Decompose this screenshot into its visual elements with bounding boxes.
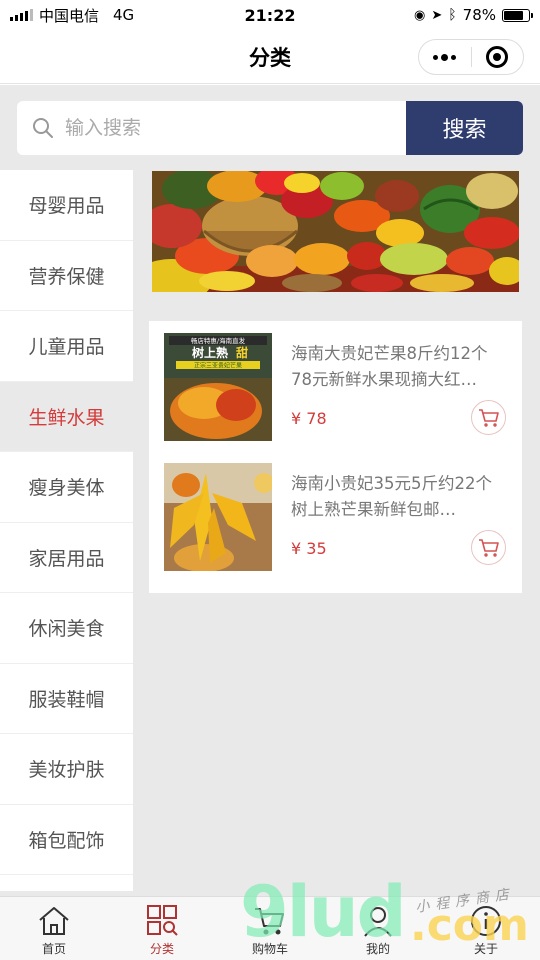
image-badge-main: 树上熟 — [192, 345, 228, 360]
page-title: 分类 — [249, 45, 291, 70]
sidebar-item-label: 瘦身美体 — [28, 477, 105, 500]
search-button[interactable]: 搜索 — [406, 100, 523, 155]
lock-rotation-icon: ◉ — [414, 7, 426, 23]
sidebar-item-label: 母婴用品 — [28, 195, 105, 218]
nav-bar: 分类 — [0, 30, 540, 84]
sidebar-item-label: 服装鞋帽 — [28, 688, 105, 711]
list-item[interactable]: 海南小贵妃35元5斤约22个树上熟芒果新鲜包邮… ¥ 35 — [149, 463, 522, 581]
fruit-banner-image — [152, 171, 519, 292]
sidebar-item-label: 家居用品 — [28, 547, 105, 570]
tab-label: 我的 — [365, 942, 390, 956]
sidebar-item-snacks[interactable]: 休闲美食 — [0, 593, 133, 664]
tab-about[interactable]: 关于 — [432, 897, 540, 960]
sidebar-item-partial[interactable] — [0, 875, 133, 891]
image-badge-sub: 正宗三亚贵妃芒果 — [194, 362, 242, 370]
tab-home[interactable]: 首页 — [0, 897, 108, 960]
cart-icon — [478, 408, 499, 427]
search-input-wrap — [17, 101, 406, 155]
image-badge-accent: 甜 — [236, 345, 248, 360]
tab-label: 关于 — [473, 942, 498, 956]
sidebar-item-fresh-fruit[interactable]: 生鲜水果 — [0, 381, 133, 452]
search-area: 搜索 — [0, 85, 540, 170]
network-type: 4G — [113, 6, 135, 24]
more-button[interactable] — [419, 53, 471, 61]
product-title: 海南大贵妃芒果8斤约12个78元新鲜水果现摘大红… — [291, 344, 488, 389]
add-to-cart-button[interactable] — [471, 400, 506, 435]
product-image — [164, 463, 272, 571]
cart-icon — [255, 908, 284, 935]
status-bar: 中国电信 4G 21:22 ◉ ➤ ᛒ 78% — [0, 0, 540, 30]
sidebar-item-label: 箱包配饰 — [28, 829, 105, 852]
battery-percent: 78% — [462, 6, 496, 24]
category-content: 畅店特惠/海南直发 树上熟 甜 正宗三亚贵妃芒果 海南大贵妃芒果8斤约12个78… — [133, 170, 540, 896]
status-left: 中国电信 4G — [10, 5, 134, 26]
tab-mine[interactable]: 我的 — [324, 897, 432, 960]
product-title: 海南小贵妃35元5斤约22个树上熟芒果新鲜包邮… — [291, 474, 492, 519]
category-icon — [147, 905, 178, 936]
mini-program-capsule — [418, 39, 524, 75]
info-icon — [471, 906, 501, 936]
sidebar-item-apparel[interactable]: 服装鞋帽 — [0, 663, 133, 734]
tab-cart[interactable]: 购物车 — [216, 897, 324, 960]
carrier-name: 中国电信 — [39, 6, 100, 25]
list-item[interactable]: 畅店特惠/海南直发 树上熟 甜 正宗三亚贵妃芒果 海南大贵妃芒果8斤约12个78… — [149, 333, 522, 451]
target-icon — [486, 46, 509, 68]
close-button[interactable] — [472, 46, 524, 68]
tab-label: 首页 — [41, 942, 66, 956]
sidebar-item-label: 休闲美食 — [28, 618, 105, 641]
sidebar-item-children[interactable]: 儿童用品 — [0, 311, 133, 382]
sidebar-item-maternal[interactable]: 母婴用品 — [0, 170, 133, 241]
tab-category[interactable]: 分类 — [108, 897, 216, 960]
search-input[interactable] — [65, 116, 365, 139]
status-right: ◉ ➤ ᛒ 78% — [414, 6, 533, 24]
add-to-cart-button[interactable] — [471, 530, 506, 565]
category-banner[interactable] — [152, 171, 519, 292]
image-badge-top: 畅店特惠/海南直发 — [191, 336, 246, 345]
location-icon: ➤ — [431, 7, 443, 23]
mango-image — [164, 463, 272, 571]
signal-icon — [10, 9, 33, 21]
user-icon — [364, 907, 392, 937]
sidebar-item-slimming[interactable]: 瘦身美体 — [0, 452, 133, 523]
content-area: 母婴用品 营养保健 儿童用品 生鲜水果 瘦身美体 家居用品 休闲美食 服装鞋帽 … — [0, 170, 540, 896]
search-box: 搜索 — [17, 100, 523, 155]
sidebar-item-label: 生鲜水果 — [28, 406, 105, 429]
search-icon — [33, 117, 53, 138]
sidebar-item-nutrition[interactable]: 营养保健 — [0, 240, 133, 311]
tab-bar: 首页 分类 购物车 我的 关于 — [0, 896, 540, 960]
sidebar-item-bags[interactable]: 箱包配饰 — [0, 804, 133, 875]
product-list: 畅店特惠/海南直发 树上熟 甜 正宗三亚贵妃芒果 海南大贵妃芒果8斤约12个78… — [149, 321, 522, 593]
home-icon — [39, 907, 69, 935]
sidebar-item-beauty[interactable]: 美妆护肤 — [0, 734, 133, 805]
tab-label: 购物车 — [251, 942, 288, 956]
category-sidebar: 母婴用品 营养保健 儿童用品 生鲜水果 瘦身美体 家居用品 休闲美食 服装鞋帽 … — [0, 170, 133, 896]
mango-image: 畅店特惠/海南直发 树上熟 甜 正宗三亚贵妃芒果 — [164, 333, 272, 441]
sidebar-item-label: 儿童用品 — [28, 336, 105, 359]
sidebar-item-label: 营养保健 — [28, 265, 105, 288]
product-image: 畅店特惠/海南直发 树上熟 甜 正宗三亚贵妃芒果 — [164, 333, 272, 441]
sidebar-item-home[interactable]: 家居用品 — [0, 522, 133, 593]
tab-label: 分类 — [149, 942, 174, 956]
sidebar-item-label: 美妆护肤 — [28, 759, 105, 782]
cart-icon — [478, 538, 499, 557]
bluetooth-icon: ᛒ — [448, 7, 457, 23]
battery-icon — [502, 8, 533, 22]
